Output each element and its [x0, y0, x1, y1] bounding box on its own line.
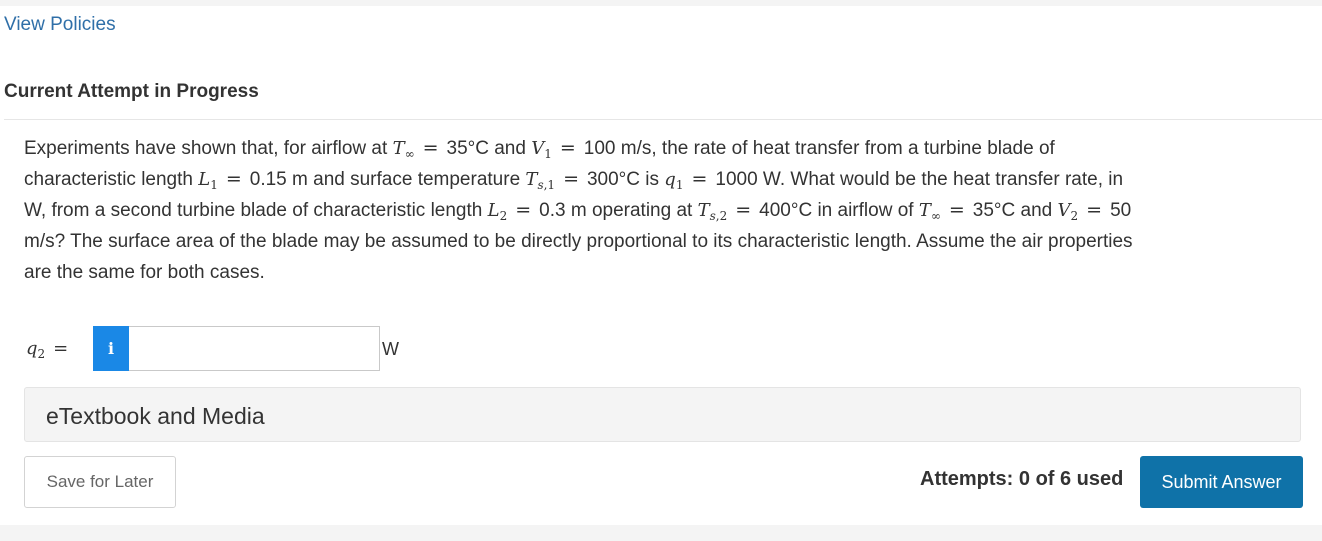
divider	[4, 119, 1322, 120]
question-text: Experiments have shown that, for airflow…	[24, 133, 1302, 288]
answer-input[interactable]	[129, 326, 380, 371]
q1-symbol: q1	[664, 169, 684, 192]
v2-symbol: V2	[1057, 200, 1079, 223]
unit-label: W	[382, 339, 399, 359]
question-line-5: are the same for both cases.	[24, 262, 265, 283]
etextbook-media-bar[interactable]: eTextbook and Media	[24, 387, 1301, 442]
t-inf-symbol-2: T∞	[918, 200, 941, 223]
answer-label: q2 =	[26, 338, 69, 361]
info-icon[interactable]: i	[93, 326, 129, 371]
question-line-4: m/s? The surface area of the blade may b…	[24, 231, 1133, 252]
question-line-3: W, from a second turbine blade of charac…	[24, 199, 1132, 223]
v1-symbol: V1	[531, 138, 552, 161]
page: View Policies Current Attempt in Progres…	[0, 0, 1322, 541]
answer-row: q2 = i W	[24, 326, 444, 372]
attempts-counter: Attempts: 0 of 6 used	[920, 468, 1124, 490]
submit-answer-button[interactable]: Submit Answer	[1140, 456, 1303, 508]
attempt-heading: Current Attempt in Progress	[4, 81, 259, 102]
etextbook-media-label: eTextbook and Media	[46, 403, 265, 429]
ts2-symbol: Ts,2	[697, 200, 728, 223]
l1-symbol: L1	[198, 169, 218, 192]
ts1-symbol: Ts,1	[525, 169, 556, 192]
view-policies-link[interactable]: View Policies	[4, 14, 116, 36]
save-for-later-button[interactable]: Save for Later	[24, 456, 176, 508]
question-line-1: Experiments have shown that, for airflow…	[24, 137, 1055, 161]
t-inf-symbol: T∞	[392, 138, 415, 161]
l2-symbol: L2	[487, 200, 508, 223]
question-line-2: characteristic length L1 = 0.15 m and surf…	[24, 168, 1124, 192]
